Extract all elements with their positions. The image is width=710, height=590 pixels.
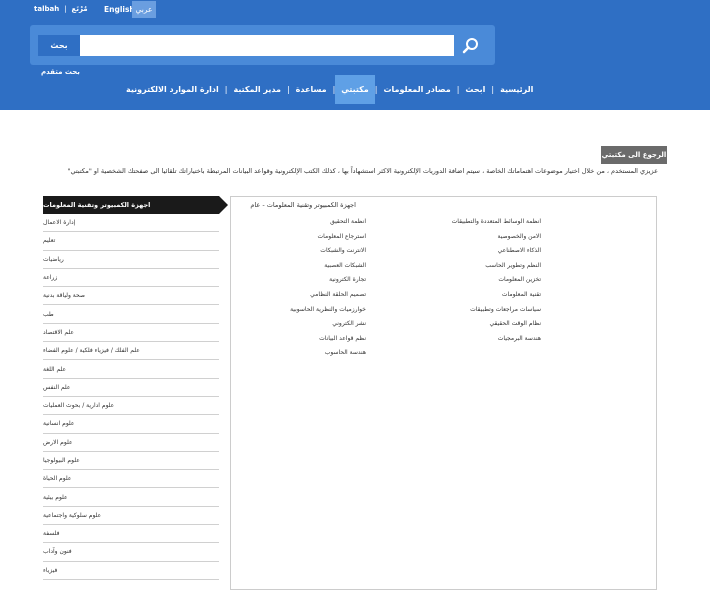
sidebar-item[interactable]: صحة ولياقة بدنية	[43, 287, 219, 306]
subject-item[interactable]: النظم وتطوير الحاسب	[451, 259, 541, 274]
subject-item[interactable]: الذكاء الاصطناعي	[451, 244, 541, 259]
site-header: talbah | مُرْتَع English عربي بحث بحث مت…	[0, 0, 710, 110]
nav-item-sources[interactable]: مصادر المعلومات	[377, 75, 456, 104]
subject-item[interactable]: سياسات مراجعات وتطبيقات	[451, 303, 541, 318]
search-icon[interactable]	[455, 33, 487, 58]
subjects-general-link[interactable]: اجهزة الكمبيوتر وتقنية المعلومات - عام	[250, 201, 356, 209]
sidebar-item[interactable]: إدارة الاعمال	[43, 214, 219, 233]
subject-item[interactable]: الشبكات العصبية	[256, 259, 366, 274]
sidebar-item[interactable]: تعليم	[43, 232, 219, 251]
lang-english-link[interactable]: English	[104, 5, 135, 14]
lang-arabic-link[interactable]: عربي	[132, 1, 156, 18]
sidebar-item[interactable]: زراعة	[43, 269, 219, 288]
sidebar-item[interactable]: علوم سلوكية واجتماعية	[43, 507, 219, 526]
sidebar-item[interactable]: رياضيات	[43, 251, 219, 269]
nav-item-help[interactable]: مساعدة	[290, 75, 333, 104]
nav-item-search[interactable]: ابحث	[459, 75, 491, 104]
subject-item[interactable]: نظم قواعد البيانات	[256, 332, 366, 347]
back-to-my-library-button[interactable]: الرجوع الى مكتبتي	[601, 146, 667, 164]
subject-item[interactable]: خوارزميات والنظرية الحاسوبية	[256, 303, 366, 318]
sidebar-item[interactable]: علوم انسانية	[43, 415, 219, 434]
subject-item[interactable]: انظمة الوسائط المتعددة والتطبيقات	[451, 215, 541, 230]
subject-sidebar: اجهزة الكمبيوتر وتقنية المعلومات إدارة ا…	[43, 196, 228, 590]
subject-item[interactable]: نظام الوقت الحقيقي	[451, 317, 541, 332]
sidebar-item[interactable]: علم الاقتصاد	[43, 324, 219, 343]
subject-item[interactable]: انظمة التحقيق	[256, 215, 366, 230]
subject-item[interactable]: تقنية المعلومات	[451, 288, 541, 303]
sidebar-item[interactable]: فلسفة	[43, 525, 219, 544]
sidebar-item[interactable]: علم اللغة	[43, 360, 219, 379]
top-links: talbah | مُرْتَع	[34, 5, 88, 13]
sidebar-item[interactable]: علوم بيئية	[43, 488, 219, 507]
search-button[interactable]: بحث	[38, 35, 80, 56]
subjects-panel: اجهزة الكمبيوتر وتقنية المعلومات - عام ا…	[230, 196, 657, 590]
subject-item[interactable]: استرجاع المعلومات	[256, 230, 366, 245]
nav-item-home[interactable]: الرئيسية	[494, 75, 539, 104]
nav-separator: |	[286, 85, 290, 94]
nav-separator: |	[374, 85, 378, 94]
sidebar-item[interactable]: علوم ادارية / بحوث العمليات	[43, 397, 219, 416]
advanced-search-link[interactable]: بحث متقدم	[41, 68, 80, 76]
top-link-separator: |	[64, 5, 67, 13]
subject-item[interactable]: الامن والخصوصية	[451, 230, 541, 245]
sidebar-item[interactable]: فنون وآداب	[43, 543, 219, 562]
search-input[interactable]	[80, 35, 454, 56]
talbah-link[interactable]: talbah	[34, 5, 59, 13]
sidebar-item[interactable]: علوم الحياة	[43, 470, 219, 489]
sidebar-item[interactable]: طب	[43, 305, 219, 324]
subject-item[interactable]: نشر الكتروني	[256, 317, 366, 332]
intro-text: عزيزي المستخدم ، من خلال اختيار موضوعات …	[67, 167, 658, 175]
sidebar-item[interactable]: فيزياء	[43, 562, 219, 580]
subject-item[interactable]: الانترنت والشبكات	[256, 244, 366, 259]
sidebar-item[interactable]: علم النفس	[43, 379, 219, 397]
subjects-column-left: انظمة التحقيق استرجاع المعلومات الانترنت…	[256, 215, 366, 361]
sidebar-item[interactable]: علوم البيولوجيا	[43, 452, 219, 471]
subject-item[interactable]: هندسة الحاسوب	[256, 346, 366, 361]
sidebar-item[interactable]: علوم الارض	[43, 434, 219, 452]
subject-item[interactable]: تخزين المعلومات	[451, 273, 541, 288]
nav-separator: |	[456, 85, 460, 94]
main-nav: الرئيسية | ابحث | مصادر المعلومات | مكتب…	[120, 75, 539, 104]
nav-separator: |	[332, 85, 336, 94]
sidebar-active-category[interactable]: اجهزة الكمبيوتر وتقنية المعلومات	[43, 196, 228, 214]
nav-item-my-library[interactable]: مكتبتي	[335, 75, 375, 104]
nav-item-e-resources[interactable]: ادارة الموارد الالكترونية	[120, 75, 225, 104]
mutaa-link[interactable]: مُرْتَع	[72, 5, 88, 13]
subjects-column-right: انظمة الوسائط المتعددة والتطبيقات الامن …	[451, 215, 541, 346]
sidebar-item[interactable]: علم الفلك / فيزياء فلكية / علوم الفضاء	[43, 342, 219, 361]
nav-separator: |	[491, 85, 495, 94]
nav-separator: |	[224, 85, 228, 94]
subject-item[interactable]: تصميم الحلقة النظامي	[256, 288, 366, 303]
subject-item[interactable]: هندسة البرمجيات	[451, 332, 541, 347]
nav-item-library-manager[interactable]: مدير المكتبة	[227, 75, 286, 104]
subject-item[interactable]: تجارة الكترونية	[256, 273, 366, 288]
